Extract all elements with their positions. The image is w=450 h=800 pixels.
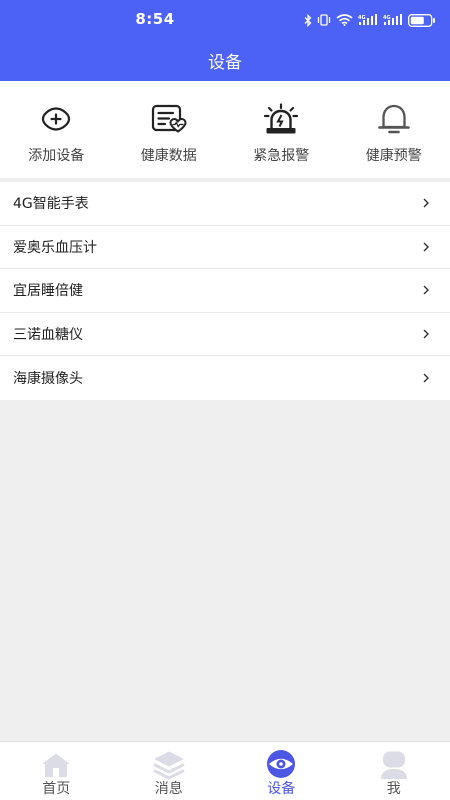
wifi-icon	[336, 14, 353, 26]
tab-messages[interactable]: 消息	[113, 742, 226, 800]
chevron-right-icon	[423, 373, 429, 383]
device-item[interactable]: 4G智能手表	[0, 182, 450, 226]
tab-label: 我	[386, 781, 401, 797]
device-list: 4G智能手表 爱奥乐血压计 宜居睡倍健 三诺血糖仪 海康摄像头	[0, 182, 450, 400]
signal-4g-icon: 4G	[358, 14, 378, 26]
device-item[interactable]: 海康摄像头	[0, 356, 450, 400]
bell-icon	[374, 103, 414, 135]
home-icon	[39, 750, 73, 780]
bottom-tab-bar: 首页 消息 设备 我	[0, 741, 450, 800]
quick-health-data[interactable]: 健康数据	[113, 81, 226, 178]
quick-add-device[interactable]: 添加设备	[0, 81, 113, 178]
device-name: 海康摄像头	[13, 370, 83, 387]
chevron-right-icon	[423, 242, 429, 252]
tab-home[interactable]: 首页	[0, 742, 113, 800]
status-icons: 4G 4G	[304, 12, 436, 28]
emergency-siren-icon	[261, 103, 301, 135]
vibrate-icon	[317, 14, 331, 26]
quick-emergency-alarm[interactable]: 紧急报警	[225, 81, 338, 178]
status-bar: 8:54 4G 4G	[0, 0, 450, 40]
chevron-right-icon	[423, 198, 429, 208]
quick-label: 紧急报警	[253, 148, 310, 164]
device-name: 爱奥乐血压计	[13, 239, 97, 256]
device-item[interactable]: 爱奥乐血压计	[0, 226, 450, 269]
quick-label: 添加设备	[28, 148, 85, 164]
tab-device[interactable]: 设备	[225, 742, 338, 800]
health-data-icon	[149, 103, 189, 135]
quick-label: 健康数据	[140, 148, 197, 164]
tab-me[interactable]: 我	[338, 742, 450, 800]
chevron-right-icon	[423, 329, 429, 339]
page-title: 设备	[208, 53, 242, 73]
device-item[interactable]: 三诺血糖仪	[0, 313, 450, 356]
quick-label: 健康预警	[365, 148, 422, 164]
bluetooth-icon	[304, 13, 312, 27]
quick-health-warning[interactable]: 健康预警	[338, 81, 450, 178]
device-name: 三诺血糖仪	[13, 326, 83, 343]
battery-icon	[408, 13, 436, 27]
layers-icon	[152, 750, 186, 780]
tab-label: 设备	[267, 781, 296, 797]
user-icon	[377, 750, 411, 780]
eye-device-icon	[264, 750, 298, 780]
status-time: 8:54	[135, 10, 175, 28]
add-circle-icon	[36, 103, 76, 135]
app-header: 8:54 4G 4G 设备	[0, 0, 450, 81]
tab-label: 首页	[42, 781, 71, 797]
chevron-right-icon	[423, 285, 429, 295]
device-name: 宜居睡倍健	[13, 283, 83, 300]
signal-4g-icon: 4G	[383, 14, 403, 26]
device-name: 4G智能手表	[13, 196, 89, 213]
tab-label: 消息	[154, 781, 183, 797]
device-item[interactable]: 宜居睡倍健	[0, 269, 450, 313]
quick-actions: 添加设备 健康数据 紧急报警 健康预警	[0, 81, 450, 178]
